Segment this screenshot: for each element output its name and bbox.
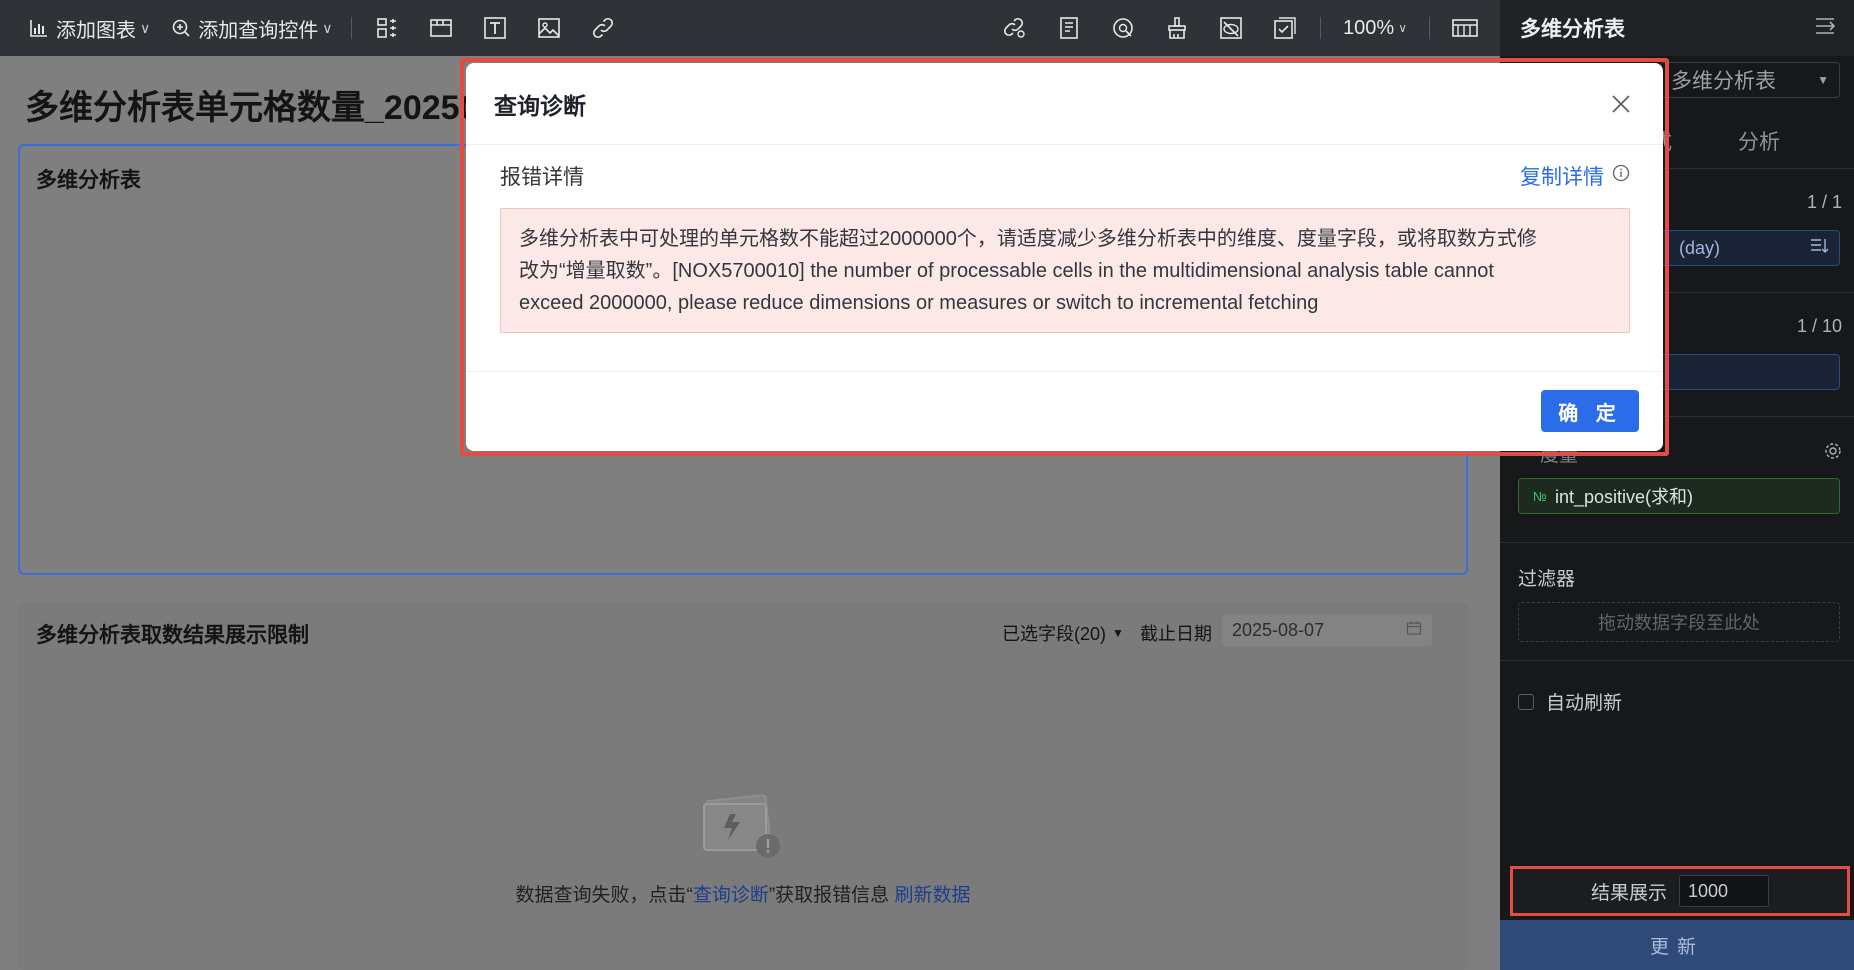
add-query-control-button[interactable]: 添加查询控件 ∨ [160, 0, 342, 56]
divider [1500, 660, 1854, 661]
selected-fields-label: 已选字段(20) [1002, 624, 1107, 644]
bar-chart-icon [28, 17, 50, 39]
sort-icon[interactable] [1809, 237, 1829, 260]
layout-tab-icon[interactable] [414, 0, 468, 56]
chevron-down-icon: ∨ [140, 19, 151, 36]
query-error-message: 数据查询失败，点击“查询诊断”获取报错信息 刷新数据 [18, 880, 1468, 907]
preview-hide-icon[interactable] [1204, 0, 1258, 56]
chevron-down-icon: ∨ [1398, 21, 1407, 35]
result-display-label: 结果展示 [1591, 882, 1668, 904]
refresh-data-link[interactable]: 刷新数据 [894, 885, 970, 906]
link-settings-icon[interactable] [988, 0, 1042, 56]
auto-refresh-label: 自动刷新 [1546, 693, 1623, 714]
close-icon[interactable] [1607, 90, 1635, 118]
deadline-date-picker[interactable]: 2025-08-07 [1222, 614, 1432, 646]
calendar-icon [1406, 620, 1422, 641]
error-text-prefix: 数据查询失败，点击“ [515, 885, 693, 906]
toolbar-divider [350, 17, 352, 39]
caret-down-icon: ▼ [1817, 73, 1829, 87]
error-line: 改为“增量取数”。[NOX5700010] the number of proc… [519, 260, 1494, 282]
dialog-title: 查询诊断 [494, 92, 586, 119]
checkbox-icon[interactable] [1258, 0, 1312, 56]
result-display-input[interactable]: 1000 [1679, 875, 1770, 907]
page-title: 多维分析表单元格数量_20250 [25, 89, 479, 127]
toolbar-divider [1320, 17, 1322, 39]
error-line: exceed 2000000, please reduce dimensions… [519, 292, 1319, 314]
copy-detail-label: 复制详情 [1520, 166, 1604, 189]
measure-field-pill[interactable]: № int_positive(求和) [1518, 478, 1840, 514]
gear-icon[interactable] [1824, 442, 1842, 465]
auto-refresh-checkbox[interactable]: 自动刷新 [1518, 688, 1622, 715]
search-plus-icon [170, 17, 192, 39]
ok-button[interactable]: 确 定 [1541, 390, 1639, 432]
deadline-label: 截止日期 [1140, 624, 1212, 644]
chevron-down-icon: ∨ [322, 19, 333, 36]
filter-panel-icon[interactable] [360, 0, 414, 56]
row-count: 1 / 10 [1796, 316, 1842, 336]
result-display-setting: 结果展示 1000 [1510, 866, 1850, 916]
add-query-control-label: 添加查询控件 [198, 19, 319, 42]
zoom-value: 100% [1343, 16, 1395, 39]
dimension-field-label: (day) [1679, 237, 1721, 258]
panel-title: 多维分析表 [1520, 18, 1625, 41]
dialog-header: 查询诊断 [466, 63, 1663, 145]
error-detail-header: 报错详情 复制详情 [500, 161, 1630, 191]
dimension-count: 1 / 1 [1806, 192, 1842, 212]
filter-label: 过滤器 [1518, 569, 1576, 590]
query-diagnose-link[interactable]: 查询诊断 [693, 885, 769, 906]
link-icon[interactable] [576, 0, 630, 56]
query-failed-illustration-icon [702, 784, 786, 867]
checkbox-box[interactable] [1518, 693, 1534, 710]
number-type-icon: № [1533, 488, 1547, 504]
clean-brush-icon[interactable] [1150, 0, 1204, 56]
tab-analysis[interactable]: 分析 [1738, 126, 1780, 156]
chart-card-result-limit[interactable]: 多维分析表取数结果展示限制 已选字段(20) ▼ 截止日期 2025-08-07… [18, 602, 1468, 970]
copy-detail-button[interactable]: 复制详情 [1520, 161, 1630, 191]
keyboard-icon[interactable] [1438, 0, 1492, 56]
card-title: 多维分析表取数结果展示限制 [36, 624, 309, 647]
report-icon[interactable] [1042, 0, 1096, 56]
top-toolbar: 添加图表 ∨ 添加查询控件 ∨ 100% ∨ [0, 0, 1500, 56]
dialog-footer: 确 定 [466, 371, 1663, 451]
query-diagnosis-dialog: 查询诊断 报错详情 复制详情 多维分析表中可处理的单元格数不能超过2000000… [466, 63, 1663, 451]
toolbar-divider [1429, 17, 1430, 39]
panel-header: 多维分析表 [1500, 0, 1854, 56]
measure-field-label: int_positive(求和) [1554, 487, 1693, 507]
info-icon [1612, 164, 1630, 188]
filter-drop-zone[interactable]: 拖动数据字段至此处 [1518, 602, 1840, 642]
update-button[interactable]: 更新 [1500, 920, 1854, 970]
chat-analysis-icon[interactable] [1096, 0, 1150, 56]
card-title: 多维分析表 [36, 169, 141, 192]
error-detail-label: 报错详情 [500, 166, 584, 189]
chart-type-select[interactable]: 多维分析表 ▼ [1660, 62, 1840, 98]
text-icon[interactable] [468, 0, 522, 56]
error-text-suffix: ”获取报错信息 [768, 885, 890, 906]
deadline-value: 2025-08-07 [1232, 619, 1325, 640]
zoom-select[interactable]: 100% ∨ [1329, 17, 1421, 40]
image-icon[interactable] [522, 0, 576, 56]
menu-icon[interactable] [1814, 16, 1836, 41]
add-chart-label: 添加图表 [56, 19, 136, 42]
selected-fields-dropdown[interactable]: 已选字段(20) ▼ [1002, 620, 1124, 646]
add-chart-button[interactable]: 添加图表 ∨ [18, 0, 160, 56]
error-line: 多维分析表中可处理的单元格数不能超过2000000个，请适度减少多维分析表中的维… [519, 228, 1537, 250]
error-detail-box: 多维分析表中可处理的单元格数不能超过2000000个，请适度减少多维分析表中的维… [500, 208, 1630, 333]
divider [1500, 542, 1854, 543]
caret-down-icon: ▼ [1112, 626, 1124, 640]
chart-type-value: 多维分析表 [1671, 70, 1776, 93]
